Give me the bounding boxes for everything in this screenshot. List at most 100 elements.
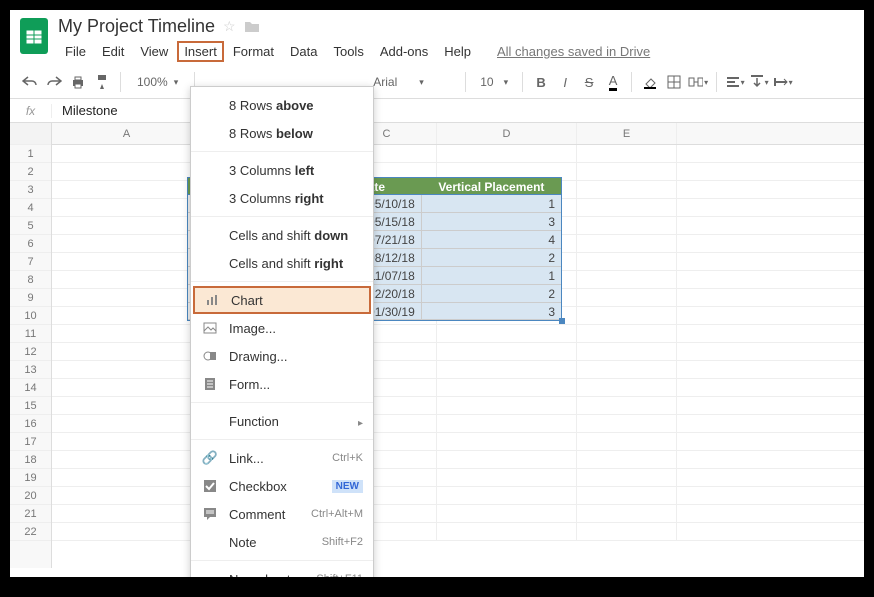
menu-insert[interactable]: Insert: [177, 41, 224, 62]
row-header[interactable]: 2: [10, 163, 51, 181]
cell-vertical[interactable]: 1: [422, 195, 561, 213]
redo-icon[interactable]: [44, 72, 64, 92]
row-header[interactable]: 13: [10, 361, 51, 379]
submenu-arrow-icon: [358, 414, 363, 429]
cell-vertical[interactable]: 4: [422, 231, 561, 249]
merge-button[interactable]: ▾: [688, 72, 708, 92]
menu-edit[interactable]: Edit: [95, 41, 131, 62]
toolbar: 100% ▾ Arial▾ 10▾ B I S A ▾ ▾ ▾ ▾: [10, 66, 864, 99]
row-header[interactable]: 4: [10, 199, 51, 217]
zoom-value: 100%: [137, 75, 168, 89]
borders-button[interactable]: [664, 72, 684, 92]
print-icon[interactable]: [68, 72, 88, 92]
menu-cols-right[interactable]: 3 Columns right: [191, 184, 373, 212]
menu-note[interactable]: NoteShift+F2: [191, 528, 373, 556]
selection-handle[interactable]: [559, 318, 565, 324]
col-header-a[interactable]: A: [52, 123, 202, 144]
row-header[interactable]: 7: [10, 253, 51, 271]
folder-move-icon[interactable]: [244, 20, 260, 34]
row-header[interactable]: 8: [10, 271, 51, 289]
row-headers: 1 2 3 4 5 6 7 8 9 10 11 12 13 14 15 16 1…: [10, 123, 52, 568]
row-header[interactable]: 3: [10, 181, 51, 199]
row-header[interactable]: 21: [10, 505, 51, 523]
cell-vertical[interactable]: 3: [422, 213, 561, 231]
menu-tools[interactable]: Tools: [326, 41, 370, 62]
cell-vertical[interactable]: 2: [422, 285, 561, 303]
menu-link[interactable]: 🔗Link...Ctrl+K: [191, 444, 373, 472]
col-header-e[interactable]: E: [577, 123, 677, 144]
menu-checkbox[interactable]: CheckboxNEW: [191, 472, 373, 500]
row-header[interactable]: 15: [10, 397, 51, 415]
fx-label: fx: [10, 104, 52, 118]
comment-icon: [201, 505, 219, 523]
row-header[interactable]: 14: [10, 379, 51, 397]
image-icon: [201, 319, 219, 337]
menu-drawing[interactable]: Drawing...: [191, 342, 373, 370]
undo-icon[interactable]: [20, 72, 40, 92]
menu-rows-below[interactable]: 8 Rows below: [191, 119, 373, 147]
wrap-button[interactable]: ▾: [773, 72, 793, 92]
font-size-select[interactable]: 10▾: [474, 75, 514, 89]
save-status[interactable]: All changes saved in Drive: [490, 41, 657, 62]
row-header[interactable]: 16: [10, 415, 51, 433]
menu-help[interactable]: Help: [437, 41, 478, 62]
row-header[interactable]: 19: [10, 469, 51, 487]
drawing-icon: [201, 347, 219, 365]
menu-new-sheet[interactable]: New sheetShift+F11: [191, 565, 373, 577]
chart-icon: [203, 291, 221, 309]
menu-file[interactable]: File: [58, 41, 93, 62]
new-badge: NEW: [332, 480, 363, 493]
row-header[interactable]: 17: [10, 433, 51, 451]
sheets-logo: [18, 16, 50, 56]
text-color-button[interactable]: A: [603, 72, 623, 92]
font-value: Arial: [373, 75, 397, 89]
strike-button[interactable]: S: [579, 72, 599, 92]
row-header[interactable]: 11: [10, 325, 51, 343]
menu-comment[interactable]: CommentCtrl+Alt+M: [191, 500, 373, 528]
menu-image[interactable]: Image...: [191, 314, 373, 342]
menu-chart[interactable]: Chart: [193, 286, 371, 314]
italic-button[interactable]: I: [555, 72, 575, 92]
row-header[interactable]: 1: [10, 145, 51, 163]
row-header[interactable]: 6: [10, 235, 51, 253]
row-header[interactable]: 20: [10, 487, 51, 505]
insert-menu-dropdown: 8 Rows above 8 Rows below 3 Columns left…: [190, 86, 374, 577]
row-header[interactable]: 18: [10, 451, 51, 469]
menu-format[interactable]: Format: [226, 41, 281, 62]
paint-format-icon[interactable]: [92, 72, 112, 92]
fill-color-button[interactable]: [640, 72, 660, 92]
menu-view[interactable]: View: [133, 41, 175, 62]
form-icon: [201, 375, 219, 393]
cell-vertical[interactable]: 1: [422, 267, 561, 285]
row-header[interactable]: 9: [10, 289, 51, 307]
cell-vertical[interactable]: 2: [422, 249, 561, 267]
spreadsheet-grid[interactable]: A B C D E Milestone Date Vertical Placem…: [52, 123, 864, 568]
cell-vertical[interactable]: 3: [422, 303, 561, 320]
menu-bar: File Edit View Insert Format Data Tools …: [58, 41, 856, 62]
checkbox-icon: [201, 477, 219, 495]
col-header-d[interactable]: D: [437, 123, 577, 144]
font-size-value: 10: [480, 75, 493, 89]
bold-button[interactable]: B: [531, 72, 551, 92]
menu-addons[interactable]: Add-ons: [373, 41, 435, 62]
zoom-select[interactable]: 100% ▾: [129, 75, 186, 89]
menu-data[interactable]: Data: [283, 41, 324, 62]
table-header-vertical[interactable]: Vertical Placement: [422, 178, 561, 194]
valign-button[interactable]: ▾: [749, 72, 769, 92]
row-header[interactable]: 22: [10, 523, 51, 541]
formula-bar[interactable]: Milestone: [52, 103, 118, 118]
halign-button[interactable]: ▾: [725, 72, 745, 92]
menu-cells-right[interactable]: Cells and shift right: [191, 249, 373, 277]
doc-title[interactable]: My Project Timeline: [58, 16, 215, 37]
font-select[interactable]: Arial▾: [367, 75, 457, 89]
row-header[interactable]: 10: [10, 307, 51, 325]
link-icon: 🔗: [201, 449, 219, 467]
row-header[interactable]: 5: [10, 217, 51, 235]
menu-rows-above[interactable]: 8 Rows above: [191, 91, 373, 119]
menu-form[interactable]: Form...: [191, 370, 373, 398]
menu-function[interactable]: Function: [191, 407, 373, 435]
menu-cells-down[interactable]: Cells and shift down: [191, 221, 373, 249]
row-header[interactable]: 12: [10, 343, 51, 361]
menu-cols-left[interactable]: 3 Columns left: [191, 156, 373, 184]
star-icon[interactable]: ☆: [223, 18, 236, 35]
